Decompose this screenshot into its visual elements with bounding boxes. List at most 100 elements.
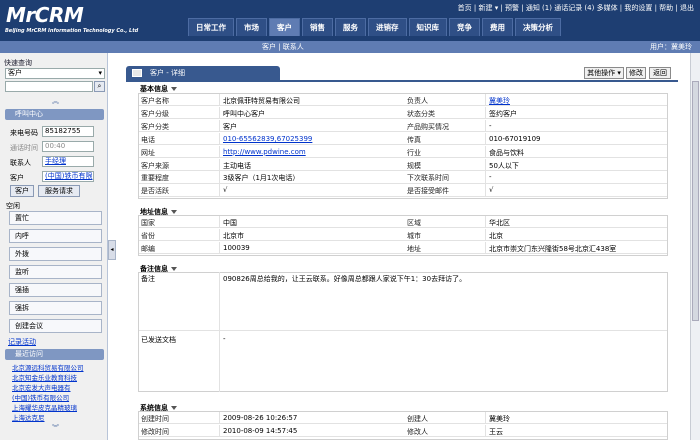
nav-tab-daily[interactable]: 日常工作: [188, 18, 234, 36]
cell-divider: [219, 132, 220, 145]
caret-down-icon[interactable]: [171, 87, 177, 91]
recent-item[interactable]: 北京源远科贸易有限公司: [12, 362, 102, 372]
field-value: 食品与饮料: [489, 148, 524, 157]
search-icon[interactable]: ⌕: [94, 81, 105, 92]
service-request-button[interactable]: 服务请求: [38, 185, 80, 197]
detail-row: 省份 北京市 城市 北京: [139, 228, 667, 242]
notes-section: [138, 272, 668, 392]
field-label: 创建人: [407, 415, 428, 423]
cell-divider: [219, 241, 220, 254]
field-value-link[interactable]: 010-65562839,67025399: [223, 135, 312, 143]
field-label: 邮编: [141, 244, 155, 253]
field-value: 3级客户（1月1次电话）: [223, 174, 300, 183]
top-links[interactable]: 首页 | 新建 ▾ | 预警 | 通知 (1) 通话记录 (4) 多媒体 | 我…: [458, 3, 694, 13]
cell-divider: [485, 158, 486, 171]
field-label: 下次联系时间: [407, 174, 449, 183]
quick-search-title: 快速查询: [4, 59, 32, 67]
detail-row: 创建时间 2009-08-26 10:26:57 创建人 冀美玲: [139, 412, 667, 425]
action-busy-button[interactable]: 置忙: [9, 211, 102, 225]
action-barge-in-button[interactable]: 强插: [9, 283, 102, 297]
field-label: 是否接受邮件: [407, 187, 449, 196]
cell-divider: [485, 106, 486, 119]
contact-link[interactable]: 手经理: [45, 157, 66, 165]
call-center-header: 呼叫中心: [5, 109, 104, 120]
field-label: 创建时间: [141, 415, 169, 423]
detail-row: 网址 http://www.pdwine.com 行业 食品与饮料: [139, 145, 667, 158]
nav-tab-competition[interactable]: 竞争: [449, 18, 480, 36]
action-outbound-button[interactable]: 外拨: [9, 247, 102, 261]
caller-number-field[interactable]: 85182755: [42, 126, 94, 137]
vertical-scrollbar[interactable]: [690, 53, 700, 440]
collapse-down-icon[interactable]: ︾: [52, 423, 59, 433]
notes-row-divider: [139, 330, 667, 331]
cell-divider: [485, 241, 486, 254]
detail-tab[interactable]: 客户 - 详细: [126, 66, 280, 80]
field-value: 冀美玲: [489, 415, 510, 423]
detail-tab-label: 客户 - 详细: [150, 69, 185, 77]
field-label: 重要程度: [141, 174, 169, 183]
cell-divider: [485, 412, 486, 424]
current-user: 用户：冀美玲: [650, 43, 692, 51]
cell-divider: [219, 216, 220, 228]
contact-field[interactable]: 手经理: [42, 156, 94, 167]
action-internal-call-button[interactable]: 内呼: [9, 229, 102, 243]
nav-tab-service[interactable]: 服务: [335, 18, 366, 36]
customer-link[interactable]: (中国)铁币有限: [45, 172, 92, 180]
customer-label: 客户: [10, 174, 24, 182]
field-value: 50人以下: [489, 161, 519, 170]
field-label: 规模: [407, 161, 421, 170]
field-value: 北京佩菲特贸易有限公司: [223, 97, 300, 105]
notes-divider: [219, 272, 220, 392]
record-activity-link[interactable]: 记录活动: [8, 337, 36, 347]
caret-down-icon[interactable]: [171, 267, 177, 271]
chevron-down-icon: ▾: [98, 69, 102, 77]
recent-item[interactable]: (中国)铁币有限公司: [12, 392, 102, 402]
field-label: 网址: [141, 148, 155, 157]
customer-field[interactable]: (中国)铁币有限: [42, 171, 94, 182]
nav-tab-sales[interactable]: 销售: [302, 18, 333, 36]
field-value: √: [223, 186, 228, 195]
recent-item[interactable]: 上海耀华皮克晶精玻璃: [12, 402, 102, 412]
main-nav: 日常工作 市场 客户 销售 服务 进销存 知识库 竞争 费用 决策分析: [188, 18, 563, 36]
edit-button[interactable]: 修改: [626, 67, 646, 79]
note-label: 备注: [141, 275, 155, 283]
nav-tab-market[interactable]: 市场: [236, 18, 267, 36]
nav-tab-knowledge[interactable]: 知识库: [408, 18, 447, 36]
action-conference-button[interactable]: 创建会议: [9, 319, 102, 333]
action-monitor-button[interactable]: 监听: [9, 265, 102, 279]
quick-search-input[interactable]: [5, 81, 93, 92]
cell-divider: [219, 228, 220, 241]
nav-tab-customer[interactable]: 客户: [269, 18, 300, 36]
left-sidebar: 快速查询 客户 ▾ ⌕ ︽ 呼叫中心 来电号码 85182755 通话时间 00…: [0, 53, 108, 440]
cell-divider: [485, 132, 486, 145]
more-actions-button[interactable]: 其他操作 ▾: [584, 67, 624, 79]
breadcrumb[interactable]: 客户 | 联系人: [262, 41, 304, 53]
recent-item[interactable]: 北京知金乐业教育科技: [12, 372, 102, 382]
field-value-link[interactable]: 冀美玲: [489, 96, 510, 106]
recent-item[interactable]: 上海达克尼: [12, 412, 102, 422]
detail-row: 客户分类 客户 产品购买情况 -: [139, 119, 667, 133]
nav-tab-analysis[interactable]: 决策分析: [515, 18, 561, 36]
customer-button[interactable]: 客户: [10, 185, 34, 197]
sub-bar: 客户 | 联系人 用户：冀美玲: [0, 41, 700, 53]
cell-divider: [219, 184, 220, 197]
quick-search-select[interactable]: 客户 ▾: [5, 68, 105, 79]
sidebar-toggle-icon[interactable]: ◂: [108, 240, 116, 260]
scrollbar-thumb[interactable]: [692, 81, 699, 321]
collapse-up-icon[interactable]: ︽: [52, 96, 59, 106]
field-label: 客户分类: [141, 122, 169, 131]
nav-tab-expense[interactable]: 费用: [482, 18, 513, 36]
recent-item[interactable]: 北京宏发大声电器有: [12, 382, 102, 392]
caret-down-icon[interactable]: [171, 210, 177, 214]
field-label: 客户名称: [141, 97, 169, 105]
field-label: 国家: [141, 219, 155, 227]
nav-tab-inventory[interactable]: 进销存: [368, 18, 407, 36]
detail-row: 邮编 100039 地址 北京市崇文门东兴隆街58号北京汇438室: [139, 241, 667, 255]
field-value-link[interactable]: http://www.pdwine.com: [223, 148, 306, 156]
action-force-hangup-button[interactable]: 强拆: [9, 301, 102, 315]
caret-down-icon[interactable]: [171, 406, 177, 410]
back-button[interactable]: 返回: [649, 67, 671, 79]
cell-divider: [219, 412, 220, 424]
field-value: 签约客户: [489, 109, 517, 118]
field-value: 北京市: [223, 231, 244, 240]
